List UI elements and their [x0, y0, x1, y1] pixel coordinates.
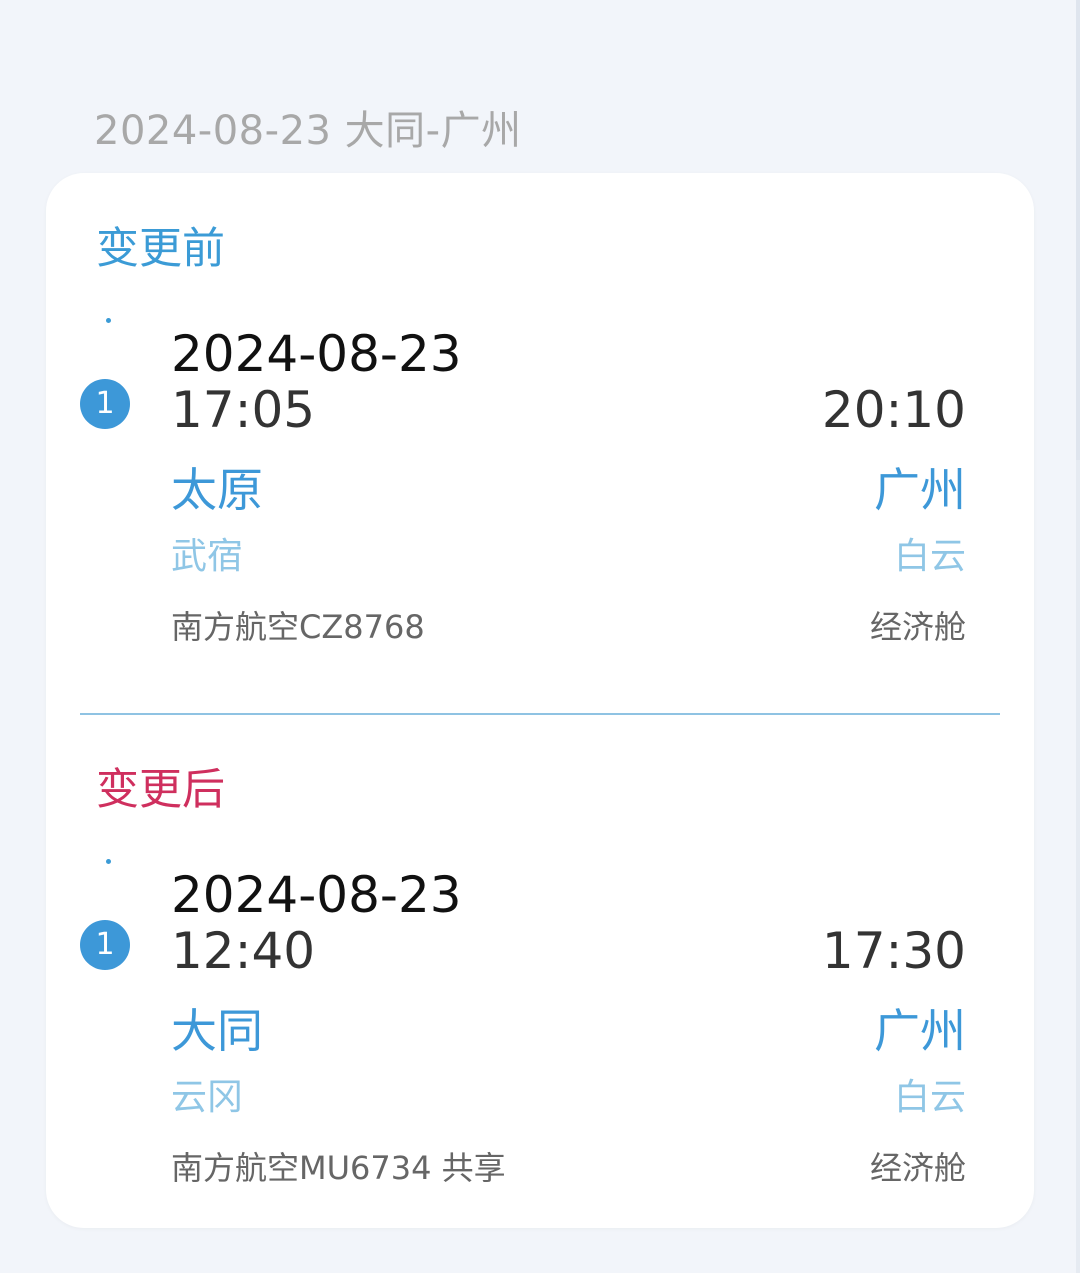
- departure-airport: 武宿: [171, 536, 244, 577]
- segment-number-badge: 1: [80, 920, 130, 970]
- timeline-dot-icon: [106, 318, 111, 323]
- route-summary-header: 2024-08-23 大同-广州: [94, 108, 522, 154]
- arrival-city: 广州: [874, 1004, 966, 1058]
- departure-time: 17:05: [171, 381, 316, 439]
- flight-date: 2024-08-23: [171, 866, 462, 924]
- flight-date: 2024-08-23: [171, 325, 462, 383]
- departure-time: 12:40: [171, 922, 316, 980]
- arrival-airport: 白云: [893, 536, 966, 577]
- departure-airport: 云冈: [171, 1077, 244, 1118]
- scrollbar-thumb[interactable]: [1076, 0, 1080, 460]
- departure-city: 太原: [171, 463, 263, 517]
- after-change-title: 变更后: [96, 765, 225, 815]
- section-divider: [80, 713, 1000, 715]
- arrival-airport: 白云: [893, 1077, 966, 1118]
- cabin-class: 经济舱: [869, 608, 966, 646]
- cabin-class: 经济舱: [869, 1149, 966, 1187]
- before-change-title: 变更前: [96, 224, 225, 274]
- flight-number: 南方航空CZ8768: [171, 608, 425, 646]
- departure-city: 大同: [171, 1004, 263, 1058]
- arrival-time: 17:30: [821, 922, 966, 980]
- segment-number-badge: 1: [80, 379, 130, 429]
- arrival-time: 20:10: [821, 381, 966, 439]
- timeline-dot-icon: [106, 859, 111, 864]
- scrollbar-track[interactable]: [1076, 0, 1080, 1273]
- arrival-city: 广州: [874, 463, 966, 517]
- flight-number: 南方航空MU6734 共享: [171, 1149, 506, 1187]
- flight-change-card: 变更前 1 2024-08-23 17:05 20:10 太原 广州 武宿 白云…: [46, 173, 1034, 1228]
